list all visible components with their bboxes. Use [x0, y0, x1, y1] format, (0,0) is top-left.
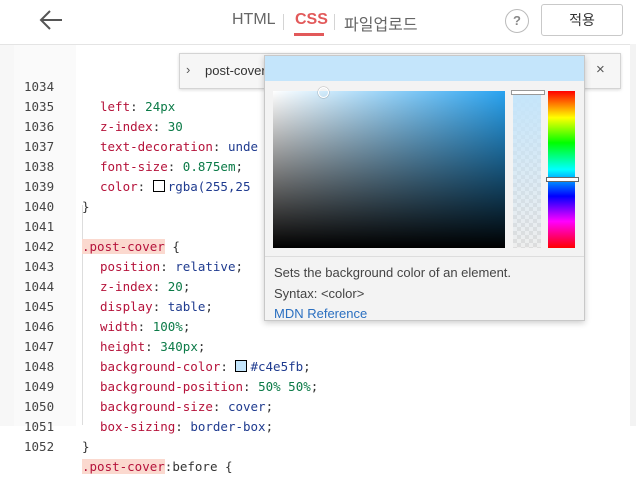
editor-header: HTML CSS 파일업로드 ? 적용 — [0, 0, 636, 45]
code-line[interactable]: 1050 box-sizing: border-box; — [14, 377, 630, 434]
color-preview[interactable] — [265, 56, 584, 81]
hue-slider[interactable] — [548, 91, 575, 248]
tab-divider — [283, 14, 284, 30]
property-description: Sets the background color of an element. — [274, 265, 512, 280]
property-hover-info: Sets the background color of an element.… — [265, 256, 584, 321]
active-tab-indicator — [294, 33, 324, 36]
chevron-right-icon[interactable]: › — [186, 62, 190, 77]
code-line[interactable]: 1048 background-position: 50% 50%; — [14, 337, 630, 394]
opacity-handle[interactable] — [511, 90, 545, 95]
tab-html[interactable]: HTML — [232, 11, 276, 29]
color-picker-popup: Sets the background color of an element.… — [264, 55, 585, 321]
close-icon[interactable]: × — [596, 61, 605, 78]
breadcrumb-item[interactable]: post-cover — [205, 63, 266, 78]
mdn-reference-link[interactable]: MDN Reference — [274, 306, 367, 321]
hue-handle[interactable] — [546, 177, 579, 182]
help-button[interactable]: ? — [505, 9, 529, 33]
editor-scrollbar[interactable] — [630, 44, 636, 426]
code-line[interactable]: 1049 background-size: cover; — [14, 357, 630, 414]
property-syntax: Syntax: <color> — [274, 286, 365, 301]
css-selector: .post-cover — [82, 459, 165, 474]
tab-css[interactable]: CSS — [295, 11, 328, 29]
code-line[interactable]: 1051 } — [14, 397, 630, 454]
arrow-left-icon[interactable] — [38, 6, 64, 34]
tab-divider — [334, 14, 335, 30]
saturation-handle[interactable] — [318, 87, 329, 98]
saturation-value-area[interactable] — [273, 91, 505, 248]
left-panel-edge — [0, 0, 15, 426]
apply-button[interactable]: 적용 — [541, 4, 623, 36]
line-number: 1052 — [24, 439, 55, 454]
tab-file-upload[interactable]: 파일업로드 — [344, 11, 418, 35]
opacity-slider[interactable] — [513, 91, 541, 248]
code-line[interactable]: 1052 .post-cover:before { — [14, 417, 630, 474]
